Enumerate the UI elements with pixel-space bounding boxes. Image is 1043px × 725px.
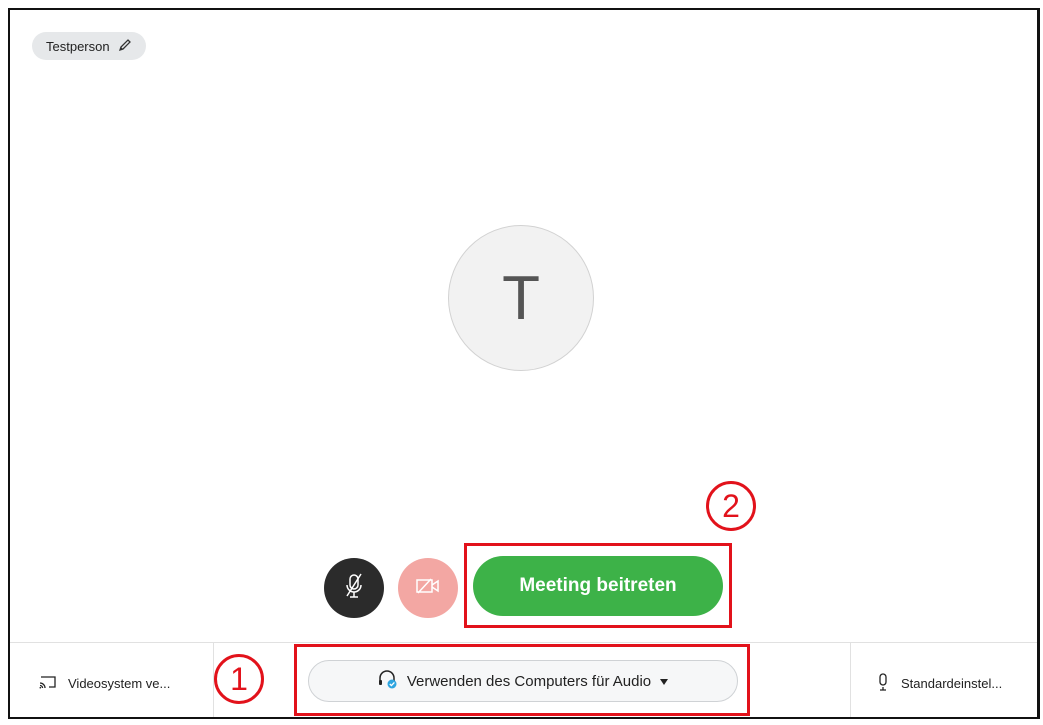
video-off-icon [415, 577, 441, 600]
microphone-icon [877, 673, 889, 694]
annotation-marker-2: 2 [706, 481, 756, 531]
microphone-muted-icon [343, 572, 365, 605]
pencil-icon[interactable] [118, 38, 132, 55]
video-system-label: Videosystem ve... [68, 676, 171, 691]
audio-device-button[interactable]: Standardeinstel... [850, 643, 1037, 717]
display-name-chip[interactable]: Testperson [32, 32, 146, 60]
display-name: Testperson [46, 38, 110, 54]
video-button[interactable] [398, 558, 458, 618]
audio-device-label: Standardeinstel... [901, 676, 1003, 691]
annotation-box-1 [294, 644, 750, 716]
annotation-marker-1: 1 [214, 654, 264, 704]
window-border [1037, 8, 1040, 719]
annotation-box-2 [464, 543, 732, 628]
cast-icon [38, 674, 58, 693]
video-system-button[interactable]: Videosystem ve... [10, 643, 214, 717]
mute-button[interactable] [324, 558, 384, 618]
avatar: T [448, 225, 594, 371]
avatar-initial: T [502, 263, 540, 333]
